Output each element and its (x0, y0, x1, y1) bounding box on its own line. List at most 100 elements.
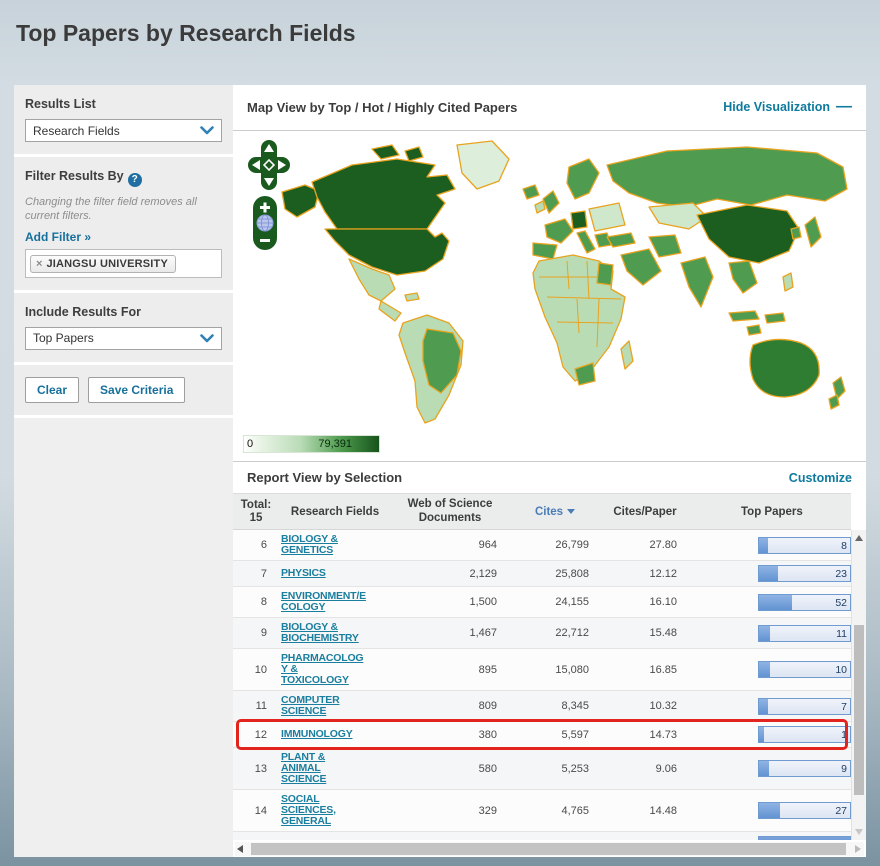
field-link[interactable]: BIOLOGY & GENETICS (281, 534, 393, 556)
world-map[interactable] (277, 137, 867, 427)
filter-input[interactable]: × JIANGSU UNIVERSITY (25, 249, 222, 278)
scroll-left-icon[interactable] (237, 845, 243, 853)
cites-cell: 4,765 (497, 805, 589, 817)
bar-value: 8 (841, 540, 847, 552)
top-papers-bar[interactable]: 9 (758, 760, 851, 777)
table-row: 13PLANT & ANIMAL SCIENCE5805,2539.069 (233, 748, 851, 790)
globe-icon (257, 215, 273, 231)
include-label: Include Results For (25, 305, 222, 319)
clear-button[interactable]: Clear (25, 377, 79, 403)
top-papers-bar[interactable]: 52 (758, 594, 851, 611)
top-papers-bar[interactable]: 11 (758, 625, 851, 642)
field-link[interactable]: ENVIRONMENT/E COLOGY (281, 591, 393, 613)
field-link[interactable]: IMMUNOLOGY (281, 729, 393, 740)
report-table: Total: 15 Research Fields Web of Science… (233, 493, 866, 857)
field-link[interactable]: PHYSICS (281, 568, 393, 579)
bar-fill (759, 595, 792, 610)
top-papers-bar[interactable]: 7 (758, 698, 851, 715)
hide-visualization-link[interactable]: Hide Visualization (723, 100, 830, 114)
documents-cell: 895 (393, 664, 497, 676)
remove-tag-icon[interactable]: × (36, 258, 42, 270)
include-dropdown[interactable]: Top Papers (25, 327, 222, 350)
documents-cell: 1,500 (393, 596, 497, 608)
field-link[interactable]: PHARMACOLOG Y & TOXICOLOGY (281, 653, 393, 686)
results-list-value: Research Fields (33, 124, 200, 138)
horizontal-scrollbar[interactable] (235, 842, 864, 856)
table-header-row: Total: 15 Research Fields Web of Science… (233, 493, 851, 530)
column-header-top-papers[interactable]: Top Papers (689, 506, 851, 518)
filter-tag: × JIANGSU UNIVERSITY (30, 255, 176, 273)
table-row: 9BIOLOGY & BIOCHEMISTRY1,46722,71215.481… (233, 618, 851, 649)
top-papers-cell: 8 (677, 537, 851, 554)
bar-fill (759, 626, 770, 641)
scroll-down-icon[interactable] (855, 829, 863, 835)
cites-cell: 26,799 (497, 539, 589, 551)
top-papers-bar[interactable]: 27 (758, 802, 851, 819)
include-value: Top Papers (33, 331, 200, 345)
rank-cell: 11 (233, 700, 267, 712)
cites-cell: 585,597 (497, 839, 589, 841)
top-papers-bar[interactable]: 10 (758, 661, 851, 678)
rank-cell: 9 (233, 627, 267, 639)
scroll-up-icon[interactable] (855, 535, 863, 541)
table-row: 0ALL FIELDS34,643585,59716.90627 (233, 832, 851, 840)
help-icon[interactable]: ? (128, 173, 142, 187)
cites-per-paper-cell: 14.48 (589, 805, 677, 817)
results-list-dropdown[interactable]: Research Fields (25, 119, 222, 142)
cites-per-paper-cell: 10.32 (589, 700, 677, 712)
actions-section: Clear Save Criteria (14, 365, 233, 415)
top-papers-bar[interactable]: 1 (758, 726, 851, 743)
bar-value: 9 (841, 763, 847, 775)
sidebar: Results List Research Fields Filter Resu… (14, 85, 233, 857)
cites-per-paper-cell: 15.48 (589, 627, 677, 639)
scroll-right-icon[interactable] (855, 845, 861, 853)
field-link[interactable]: ALL FIELDS (281, 839, 393, 840)
customize-link[interactable]: Customize (789, 471, 852, 485)
rank-cell: 7 (233, 568, 267, 580)
top-papers-cell: 27 (677, 802, 851, 819)
minimize-icon[interactable]: — (836, 98, 852, 116)
top-papers-cell: 9 (677, 760, 851, 777)
documents-cell: 2,129 (393, 568, 497, 580)
column-header-research-fields[interactable]: Research Fields (279, 506, 391, 518)
vertical-scroll-thumb[interactable] (854, 625, 864, 795)
top-papers-bar[interactable]: 627 (758, 836, 851, 840)
top-papers-bar[interactable]: 23 (758, 565, 851, 582)
bar-fill (759, 566, 778, 581)
add-filter-link[interactable]: Add Filter » (25, 230, 91, 244)
content-panel: Results List Research Fields Filter Resu… (14, 85, 866, 857)
top-papers-bar[interactable]: 8 (758, 537, 851, 554)
filter-section: Filter Results By? Changing the filter f… (14, 157, 233, 290)
column-header-documents[interactable]: Web of Science Documents (391, 498, 509, 524)
results-list-label: Results List (25, 97, 222, 111)
horizontal-scroll-thumb[interactable] (251, 843, 846, 855)
field-link[interactable]: PLANT & ANIMAL SCIENCE (281, 752, 393, 785)
map-pan-control[interactable] (247, 139, 291, 191)
results-list-section: Results List Research Fields (14, 85, 233, 154)
bar-value: 1 (841, 729, 847, 741)
zoom-out-icon (260, 239, 270, 242)
field-link[interactable]: SOCIAL SCIENCES, GENERAL (281, 794, 393, 827)
table-body: 6BIOLOGY & GENETICS96426,79927.8087PHYSI… (233, 530, 851, 840)
bar-value: 52 (835, 597, 847, 609)
documents-cell: 34,643 (393, 839, 497, 841)
column-header-total: Total: 15 (233, 499, 279, 524)
column-header-cites-per-paper[interactable]: Cites/Paper (601, 506, 689, 518)
cites-cell: 5,597 (497, 729, 589, 741)
map-zoom-control[interactable] (252, 195, 278, 251)
vertical-scrollbar[interactable] (851, 530, 866, 840)
rank-cell: 10 (233, 664, 267, 676)
save-criteria-button[interactable]: Save Criteria (88, 377, 185, 403)
rank-cell: 6 (233, 539, 267, 551)
field-link[interactable]: BIOLOGY & BIOCHEMISTRY (281, 622, 393, 644)
bar-value: 23 (835, 568, 847, 580)
top-papers-cell: 1 (677, 726, 851, 743)
rank-cell: 12 (233, 729, 267, 741)
bar-value: 11 (836, 628, 847, 640)
cites-per-paper-cell: 16.10 (589, 596, 677, 608)
field-link[interactable]: COMPUTER SCIENCE (281, 695, 393, 717)
sort-desc-icon (567, 509, 575, 514)
column-header-cites[interactable]: Cites (509, 506, 601, 518)
cites-per-paper-cell: 9.06 (589, 763, 677, 775)
bar-fill (759, 538, 768, 553)
